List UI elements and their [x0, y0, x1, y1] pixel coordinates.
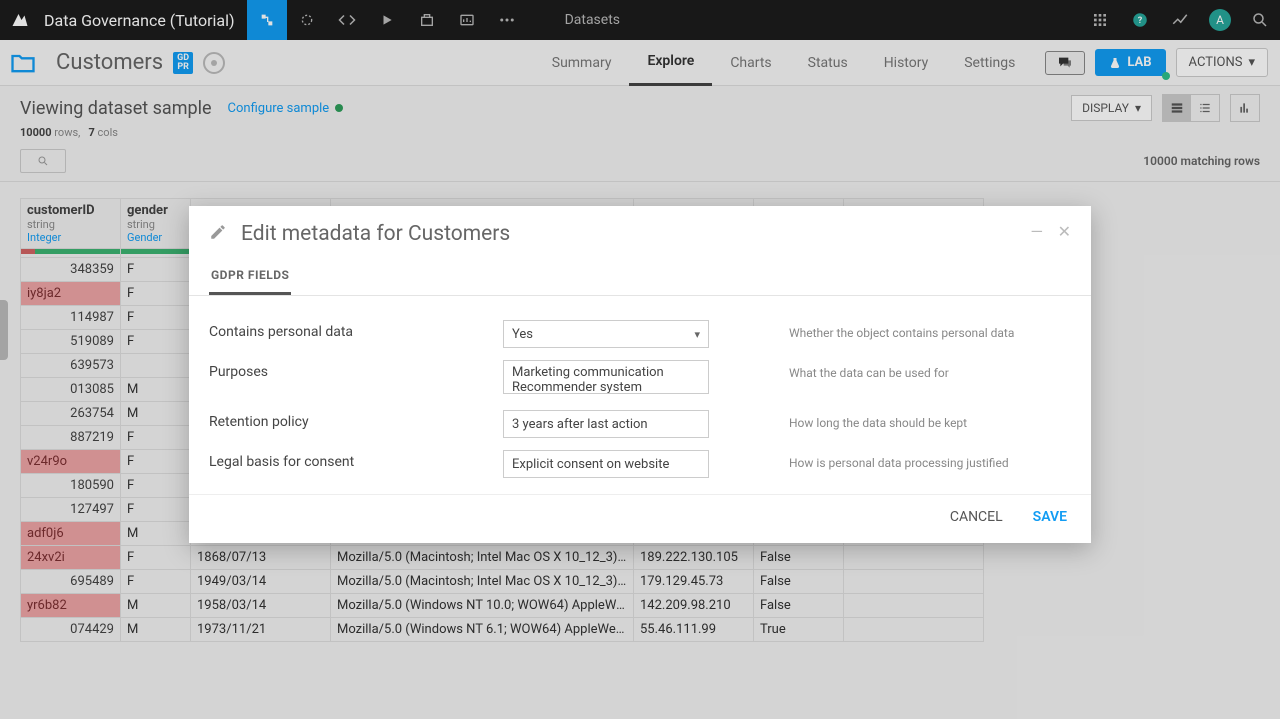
modal-tab-gdpr[interactable]: GDPR FIELDS	[209, 262, 291, 295]
modal-tabs: GDPR FIELDS	[189, 262, 1091, 296]
purposes-textarea[interactable]	[503, 360, 709, 394]
field-desc: What the data can be used for	[709, 360, 1071, 380]
field-label: Retention policy	[209, 410, 503, 430]
field-label: Contains personal data	[209, 320, 503, 340]
modal-title: Edit metadata for Customers	[241, 222, 510, 246]
field-desc: Whether the object contains personal dat…	[709, 320, 1071, 340]
cancel-button[interactable]: CANCEL	[950, 509, 1003, 525]
field-contains-personal-data: Contains personal data Yes Whether the o…	[209, 314, 1071, 354]
field-desc: How long the data should be kept	[709, 410, 1071, 430]
personal-data-select[interactable]: Yes	[503, 320, 709, 348]
field-desc: How is personal data processing justifie…	[709, 450, 1071, 470]
pencil-icon	[209, 223, 227, 245]
close-icon[interactable]: ✕	[1058, 222, 1071, 241]
minimize-icon[interactable]: —	[1031, 222, 1044, 241]
retention-input[interactable]	[503, 410, 709, 438]
field-purposes: Purposes What the data can be used for	[209, 354, 1071, 404]
modal-header: Edit metadata for Customers — ✕	[189, 206, 1091, 262]
field-label: Legal basis for consent	[209, 450, 503, 470]
field-retention: Retention policy How long the data shoul…	[209, 404, 1071, 444]
legal-input[interactable]	[503, 450, 709, 478]
field-label: Purposes	[209, 360, 503, 380]
save-button[interactable]: SAVE	[1033, 509, 1067, 525]
modal-body: Contains personal data Yes Whether the o…	[189, 296, 1091, 494]
modal-overlay: Edit metadata for Customers — ✕ GDPR FIE…	[0, 0, 1280, 719]
field-legal-basis: Legal basis for consent How is personal …	[209, 444, 1071, 484]
modal-footer: CANCEL SAVE	[189, 494, 1091, 543]
edit-metadata-modal: Edit metadata for Customers — ✕ GDPR FIE…	[189, 206, 1091, 543]
